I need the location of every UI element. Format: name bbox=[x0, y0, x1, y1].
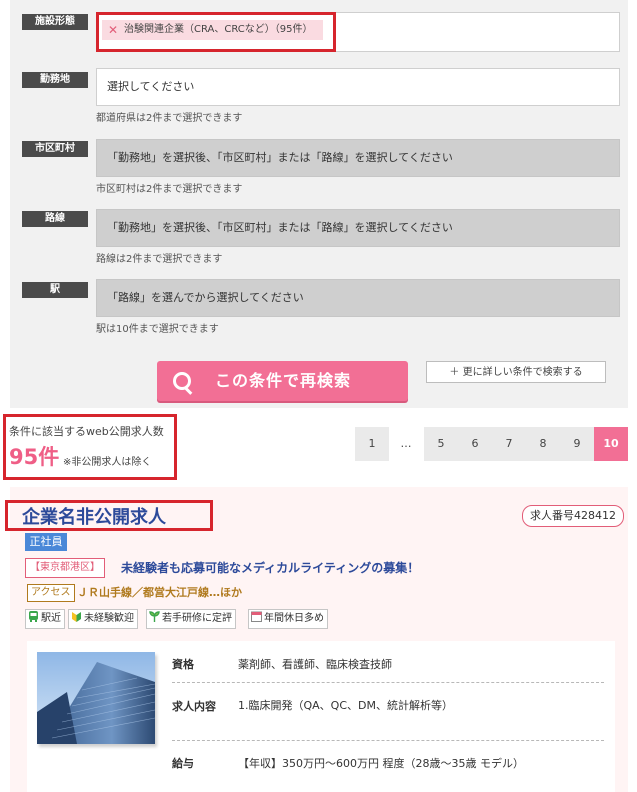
job-number-badge: 求人番号428412 bbox=[522, 505, 624, 527]
tag-holidays: 年間休日多め bbox=[248, 609, 328, 629]
tag-training: 若手研修に定評 bbox=[146, 609, 236, 629]
search-icon bbox=[173, 372, 191, 390]
page-link-current[interactable]: 10 bbox=[594, 427, 628, 461]
location-badge: 【東京都港区】 bbox=[25, 558, 105, 578]
train-icon bbox=[29, 611, 38, 622]
highlight-box-chip bbox=[96, 12, 336, 52]
calendar-icon bbox=[251, 611, 262, 622]
salary-value: 【年収】350万円～600万円 程度（28歳～35歳 モデル） bbox=[238, 757, 524, 770]
access-label: アクセス bbox=[27, 584, 75, 602]
job-catchphrase[interactable]: 未経験者も応募可能なメディカルライティングの募集！ bbox=[121, 559, 419, 576]
tag-label: 駅近 bbox=[41, 613, 61, 624]
page-link-6[interactable]: 6 bbox=[458, 427, 492, 461]
work-location-note: 都道府県は2件まで選択できます bbox=[96, 113, 243, 124]
qualification-value: 薬剤師、看護師、臨床検査技師 bbox=[238, 658, 392, 671]
research-button-label: この条件で再検索 bbox=[215, 371, 352, 390]
employment-badge: 正社員 bbox=[25, 533, 67, 551]
city-note: 市区町村は2件まで選択できます bbox=[96, 184, 243, 195]
building-photo bbox=[37, 652, 155, 744]
research-button[interactable]: この条件で再検索 bbox=[157, 361, 408, 401]
line-value: 「勤務地」を選択後、「市区町村」または「路線」を選択してください bbox=[107, 221, 453, 234]
detailed-search-button[interactable]: ＋ 更に詳しい条件で検索する bbox=[426, 361, 606, 383]
job-content-value: 1.臨床開発（QA、QC、DM、統計解析等） bbox=[238, 699, 453, 712]
sprout-icon bbox=[149, 611, 160, 622]
page-link-8[interactable]: 8 bbox=[526, 427, 560, 461]
line-note: 路線は2件まで選択できます bbox=[96, 254, 223, 265]
tag-station-near: 駅近 bbox=[25, 609, 65, 629]
access-text: ＪＲ山手線／都営大江戸線…ほか bbox=[77, 586, 242, 599]
label-facility-type: 施設形態 bbox=[22, 14, 88, 30]
highlight-box-count bbox=[3, 414, 177, 480]
job-content-label: 求人内容 bbox=[172, 700, 216, 713]
tag-label: 若手研修に定評 bbox=[162, 613, 232, 624]
line-select[interactable]: 「勤務地」を選択後、「市区町村」または「路線」を選択してください bbox=[96, 209, 620, 247]
qualification-label: 資格 bbox=[172, 658, 194, 671]
divider bbox=[172, 740, 604, 741]
label-station: 駅 bbox=[22, 282, 88, 298]
page-link-1[interactable]: 1 bbox=[355, 427, 389, 461]
divider bbox=[172, 682, 604, 683]
work-location-select[interactable]: 選択してください bbox=[96, 68, 620, 106]
tag-beginner: 未経験歓迎 bbox=[68, 609, 138, 629]
city-value: 「勤務地」を選択後、「市区町村」または「路線」を選択してください bbox=[107, 151, 453, 164]
beginner-icon bbox=[72, 612, 81, 622]
tag-label: 未経験歓迎 bbox=[84, 613, 134, 624]
station-note: 駅は10件まで選択できます bbox=[96, 324, 219, 335]
page-link-9[interactable]: 9 bbox=[560, 427, 594, 461]
label-line: 路線 bbox=[22, 211, 88, 227]
station-value: 「路線」を選んでから選択してください bbox=[107, 291, 304, 304]
station-select[interactable]: 「路線」を選んでから選択してください bbox=[96, 279, 620, 317]
label-city: 市区町村 bbox=[22, 141, 88, 157]
page-link-5[interactable]: 5 bbox=[424, 427, 458, 461]
tag-label: 年間休日多め bbox=[264, 613, 324, 624]
page-link-7[interactable]: 7 bbox=[492, 427, 526, 461]
label-work-location: 勤務地 bbox=[22, 72, 88, 88]
search-form bbox=[10, 0, 628, 408]
highlight-box-company bbox=[5, 500, 213, 531]
work-location-value: 選択してください bbox=[107, 80, 195, 93]
page-ellipsis: … bbox=[400, 437, 412, 450]
city-select[interactable]: 「勤務地」を選択後、「市区町村」または「路線」を選択してください bbox=[96, 139, 620, 177]
salary-label: 給与 bbox=[172, 757, 194, 770]
